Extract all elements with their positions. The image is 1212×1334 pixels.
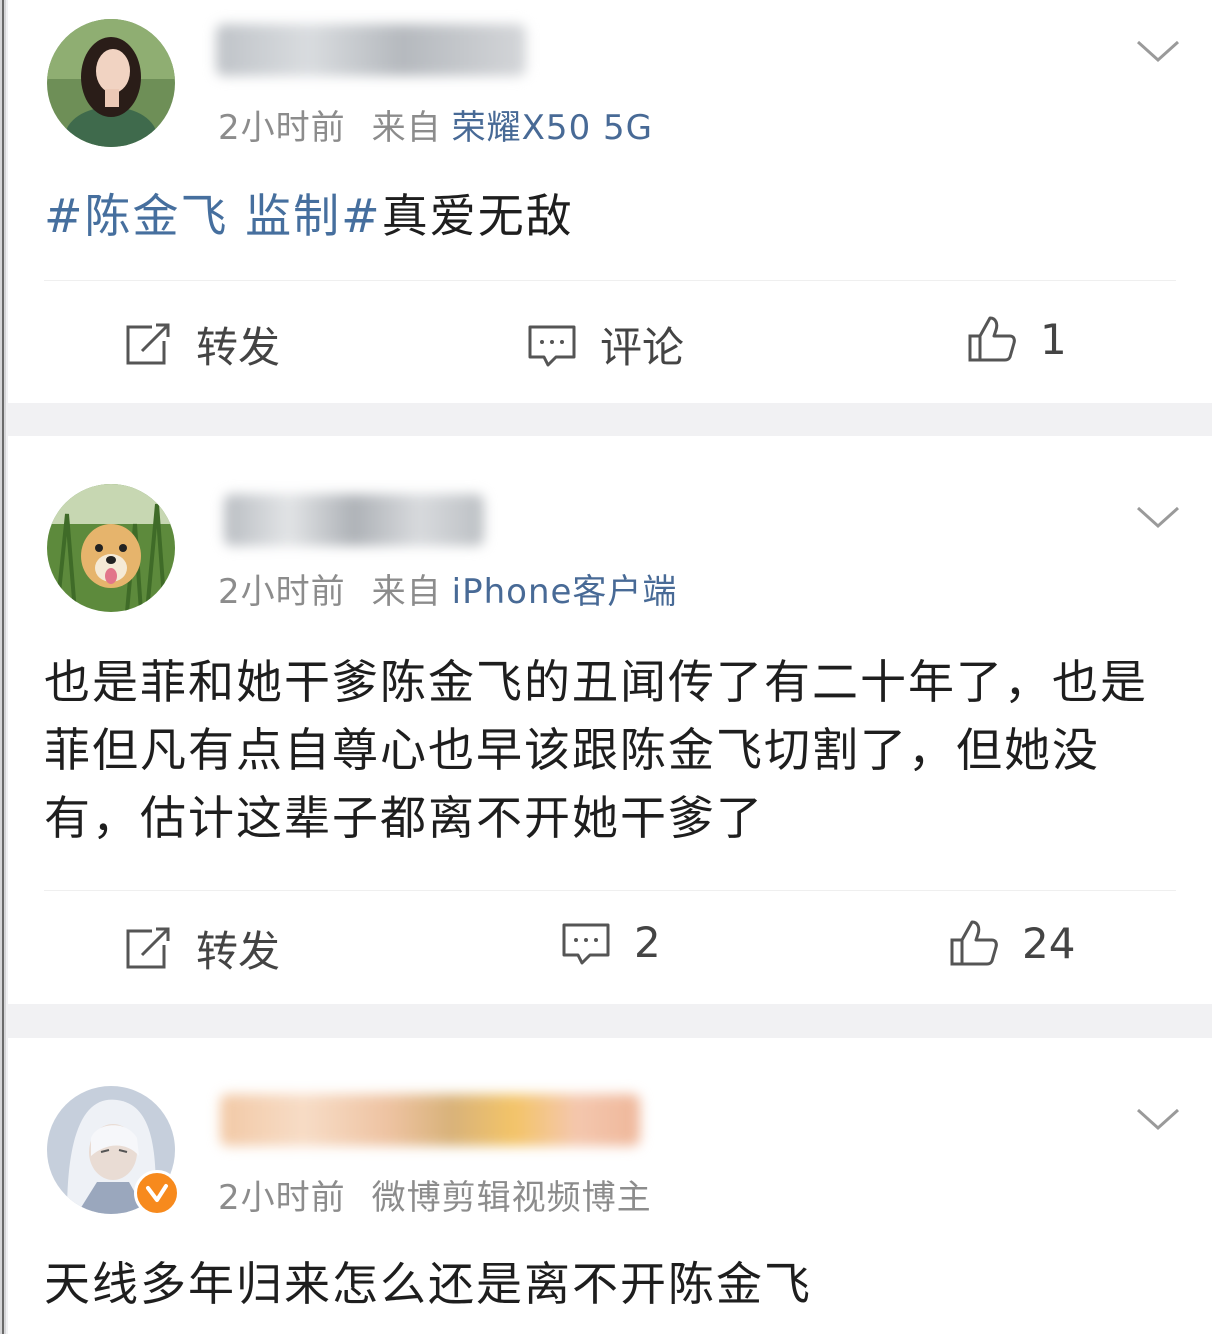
repost-label: 转发 [196,927,281,976]
divider [44,280,1176,281]
like-button[interactable]: 24 [948,918,1075,968]
comment-button[interactable]: 2 [560,918,661,967]
source-prefix: 来自 [371,572,442,612]
post-meta: 2小时前 微博剪辑视频博主 [218,1170,652,1219]
post-time: 2小时前 [218,108,346,148]
post-meta: 2小时前 来自 iPhone客户端 [218,564,677,613]
source-device[interactable]: iPhone客户端 [452,572,678,612]
post-card-2: 2小时前 来自 iPhone客户端 也是菲和她干爹陈金飞的丑闻传了有二十年了，也是菲… [8,436,1212,1004]
thumbs-up-icon [950,920,998,966]
post-text: 也是菲和她干爹陈金飞的丑闻传了有二十年了，也是菲但凡有点自尊心也早该跟陈金飞切割… [44,655,1148,845]
like-count: 1 [1040,314,1067,364]
source-device[interactable]: 荣耀X50 5G [452,108,653,148]
divider [44,890,1176,891]
post-text: 天线多年归来怎么还是离不开陈金飞 [44,1257,812,1311]
post-meta: 2小时前 来自 荣耀X50 5G [218,100,653,149]
verified-badge-icon [134,1170,180,1216]
user-title: 微博剪辑视频博主 [371,1178,652,1218]
username-blurred[interactable] [220,1094,640,1146]
avatar[interactable] [47,19,175,147]
post-card-3: 2小时前 微博剪辑视频博主 天线多年归来怎么还是离不开陈金飞 [8,1038,1212,1334]
post-text: 真爱无敌 [381,189,574,243]
avatar[interactable] [47,484,175,612]
chevron-down-icon[interactable] [1134,502,1182,532]
repost-icon [126,323,170,364]
repost-label: 转发 [196,323,281,372]
repost-button[interactable]: 转发 [122,314,280,375]
post-time: 2小时前 [218,1178,346,1218]
source-prefix: 来自 [371,108,442,148]
hashtag-link[interactable]: #陈金飞 监制# [44,189,382,243]
comment-count: 2 [634,918,661,967]
comment-icon [528,325,576,366]
like-count: 24 [1022,918,1076,968]
post-content: 天线多年归来怎么还是离不开陈金飞 [44,1250,1182,1318]
post-content: #陈金飞 监制#真爱无敌 [44,182,1182,250]
repost-button[interactable]: 转发 [122,918,280,979]
username-blurred[interactable] [216,24,526,76]
repost-icon [126,927,170,968]
comment-label: 评论 [600,323,685,372]
thumbs-up-icon [968,316,1016,362]
post-time: 2小时前 [218,572,346,612]
chevron-down-icon[interactable] [1134,1104,1182,1134]
username-blurred[interactable] [224,494,484,546]
post-content: 也是菲和她干爹陈金飞的丑闻传了有二十年了，也是菲但凡有点自尊心也早该跟陈金飞切割… [44,648,1182,852]
like-button[interactable]: 1 [966,314,1067,364]
comment-icon [562,923,610,964]
comment-button[interactable]: 评论 [526,314,684,375]
post-card-1: 2小时前 来自 荣耀X50 5G #陈金飞 监制#真爱无敌 转发 评论 1 [8,0,1212,403]
chevron-down-icon[interactable] [1134,36,1182,66]
left-edge-rule [0,0,6,1334]
